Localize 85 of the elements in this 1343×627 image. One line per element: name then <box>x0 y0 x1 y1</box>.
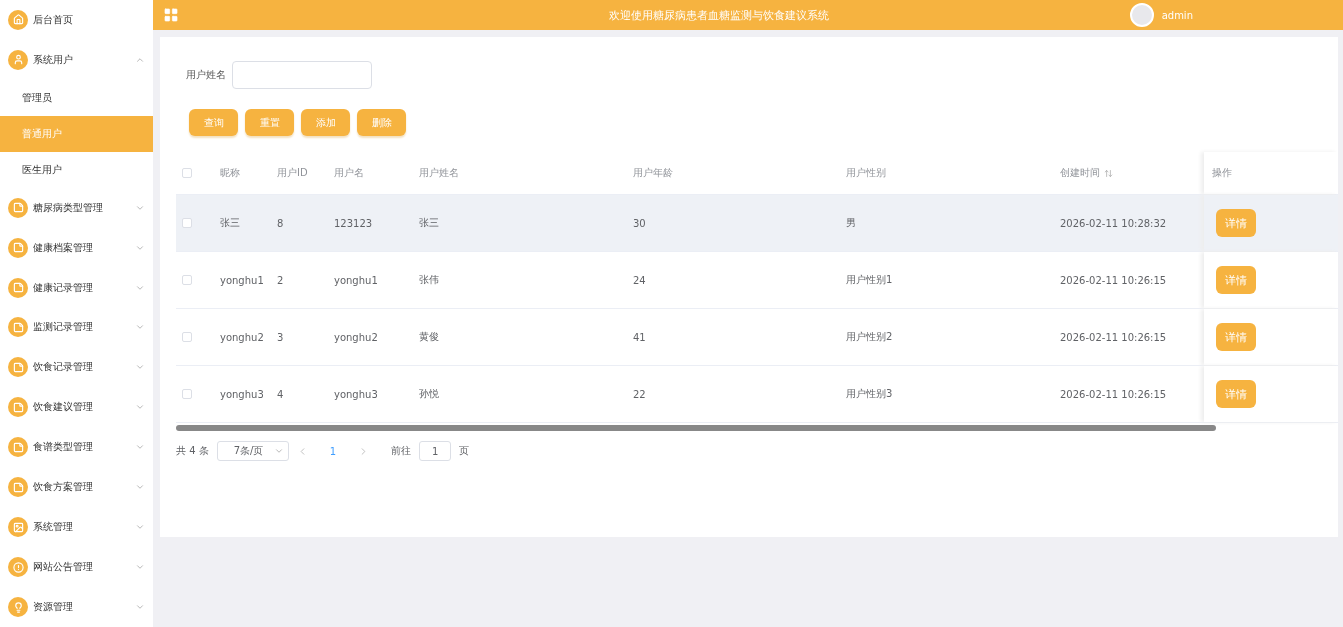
table-cell-text: yonghu3 <box>220 388 265 400</box>
field-label: 用户姓名 <box>186 68 226 82</box>
avatar <box>1129 3 1154 27</box>
goto-label: 前往 <box>391 444 412 458</box>
table-row[interactable]: 张三 8 123123 张三 30 男 2026-02-11 10:28:32 详情 <box>176 195 1338 252</box>
table-cell-text: 2026-02-11 10:28:32 <box>1060 217 1168 229</box>
sidebar-item[interactable]: 健康记录管理 <box>0 267 153 308</box>
sidebar-item[interactable]: 后台首页 <box>0 0 153 40</box>
sidebar-item[interactable]: 监测记录管理 <box>0 307 153 348</box>
note-icon <box>8 397 28 418</box>
page-size-select[interactable]: 7条/页 <box>216 441 289 461</box>
table-cell-text: 3 <box>277 331 285 343</box>
column-header: 创建时间 <box>1060 166 1100 180</box>
sidebar-item[interactable]: 食谱类型管理 <box>0 427 153 468</box>
scrollbar[interactable] <box>176 425 1216 431</box>
column-header: 用户ID <box>277 166 308 180</box>
search-field[interactable] <box>232 61 372 89</box>
checkbox[interactable] <box>182 389 192 399</box>
note-icon <box>8 437 28 458</box>
table-cell-text: yonghu2 <box>334 331 379 343</box>
table-cell-text: 用户性别2 <box>846 330 894 344</box>
note-icon <box>8 477 28 498</box>
checkbox[interactable] <box>182 332 192 342</box>
table-cell-text: 22 <box>633 388 647 400</box>
table-cell-text: 2026-02-11 10:26:15 <box>1060 274 1168 286</box>
page-input[interactable]: 1 <box>419 441 452 461</box>
table-cell-text: yonghu3 <box>334 388 379 400</box>
table-cell-text: yonghu1 <box>334 274 379 286</box>
table-cell-text: 张伟 <box>419 273 440 287</box>
table-row[interactable]: yonghu3 4 yonghu3 孙悦 22 用户性别3 2026-02-11 10:26:15 详情 <box>176 366 1338 423</box>
sidebar-item[interactable]: 饮食记录管理 <box>0 347 153 388</box>
table-cell-text: 2 <box>277 274 285 286</box>
note-icon <box>8 197 28 218</box>
note-icon <box>8 237 28 258</box>
sidebar-item[interactable]: 系统用户 <box>0 39 153 80</box>
sidebar-item[interactable]: 资源管理 <box>0 587 153 627</box>
table-cell-text: 用户性别3 <box>846 387 894 401</box>
table-cell-text: 123123 <box>334 217 374 229</box>
sidebar-item[interactable]: 系统管理 <box>0 507 153 548</box>
system-title: 欢迎使用糖尿病患者血糖监测与饮食建议系统 <box>608 7 831 23</box>
table-cell-text: 张三 <box>220 216 241 230</box>
table-cell-text: 2026-02-11 10:26:15 <box>1060 331 1168 343</box>
note-icon <box>8 357 28 378</box>
grid-menu-icon[interactable] <box>163 7 179 23</box>
sidebar-item[interactable]: 网站公告管理 <box>0 547 153 588</box>
lightbulb-icon <box>8 597 28 618</box>
sidebar-item[interactable]: 糖尿病类型管理 <box>0 187 153 228</box>
column-header: 用户性别 <box>846 166 886 180</box>
user-icon <box>8 49 28 70</box>
table-cell-text: 4 <box>277 388 285 400</box>
user-name: admin <box>1161 9 1193 21</box>
column-header: 昵称 <box>220 166 240 180</box>
image-icon <box>8 517 28 538</box>
table-cell-text: 男 <box>846 216 857 230</box>
table-cell-text: 2026-02-11 10:26:15 <box>1060 388 1168 400</box>
column-header: 用户姓名 <box>419 166 459 180</box>
checkbox[interactable] <box>182 218 192 228</box>
table-cell-text: 24 <box>633 274 647 286</box>
chevron-down-icon <box>273 446 284 456</box>
table-cell-text: 孙悦 <box>419 387 440 401</box>
table-cell-text: 41 <box>633 331 647 343</box>
table-cell-text: 8 <box>277 217 285 229</box>
page-suffix: 页 <box>459 444 470 458</box>
column-header: 用户名 <box>334 166 364 180</box>
sidebar-item[interactable]: 饮食方案管理 <box>0 467 153 508</box>
note-icon <box>8 317 28 338</box>
home-icon <box>8 9 28 30</box>
column-header: 操作 <box>1212 166 1232 180</box>
table-cell-text: 黄俊 <box>419 330 440 344</box>
table-cell-text: yonghu1 <box>220 274 265 286</box>
table-cell-text: 用户性别1 <box>846 273 894 287</box>
table-cell-text: 30 <box>633 217 647 229</box>
table-row[interactable]: yonghu1 2 yonghu1 张伟 24 用户性别1 2026-02-11 10:26:15 详情 <box>176 252 1338 309</box>
column-header: 用户年龄 <box>633 166 673 180</box>
total-count: 共 4 条 <box>176 444 209 458</box>
table-cell-text: 张三 <box>419 216 440 230</box>
info-icon <box>8 557 28 578</box>
sidebar-item[interactable]: 健康档案管理 <box>0 227 153 268</box>
checkbox[interactable] <box>182 275 192 285</box>
note-icon <box>8 277 28 298</box>
table-row[interactable]: yonghu2 3 yonghu2 黄俊 41 用户性别2 2026-02-11 10:26:15 详情 <box>176 309 1338 366</box>
sort-icon[interactable] <box>1104 168 1113 178</box>
sidebar-item[interactable]: 饮食建议管理 <box>0 387 153 428</box>
table-cell-text: yonghu2 <box>220 331 265 343</box>
checkbox[interactable] <box>182 168 192 178</box>
